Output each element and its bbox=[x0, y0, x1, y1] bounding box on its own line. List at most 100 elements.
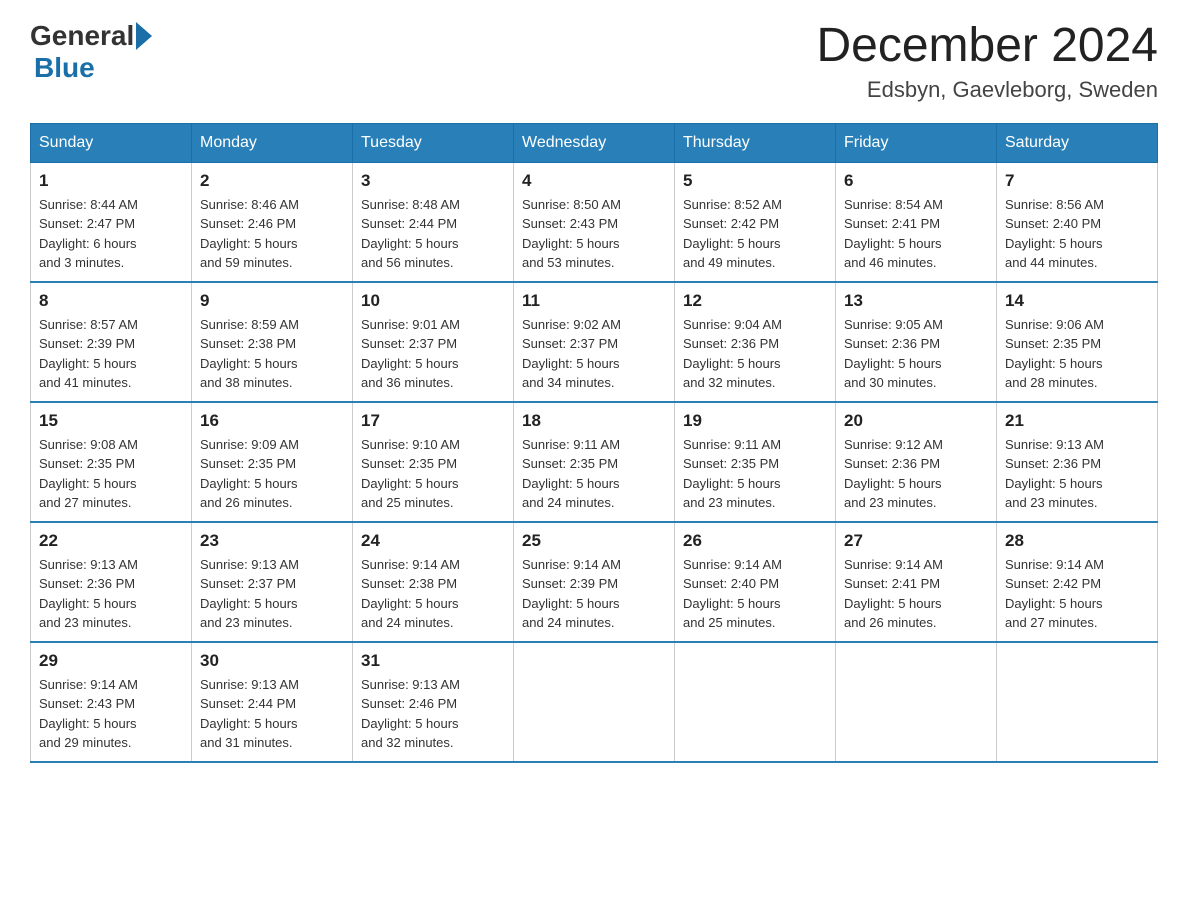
day-info: Sunrise: 8:46 AMSunset: 2:46 PMDaylight:… bbox=[200, 195, 344, 273]
page-header: General Blue December 2024 Edsbyn, Gaevl… bbox=[30, 20, 1158, 103]
table-row: 18 Sunrise: 9:11 AMSunset: 2:35 PMDaylig… bbox=[514, 402, 675, 522]
day-info: Sunrise: 9:10 AMSunset: 2:35 PMDaylight:… bbox=[361, 435, 505, 513]
logo: General Blue bbox=[30, 20, 152, 84]
day-number: 12 bbox=[683, 291, 827, 311]
table-row: 10 Sunrise: 9:01 AMSunset: 2:37 PMDaylig… bbox=[353, 282, 514, 402]
table-row: 25 Sunrise: 9:14 AMSunset: 2:39 PMDaylig… bbox=[514, 522, 675, 642]
day-number: 27 bbox=[844, 531, 988, 551]
table-row: 29 Sunrise: 9:14 AMSunset: 2:43 PMDaylig… bbox=[31, 642, 192, 762]
day-number: 1 bbox=[39, 171, 183, 191]
day-info: Sunrise: 9:09 AMSunset: 2:35 PMDaylight:… bbox=[200, 435, 344, 513]
day-number: 14 bbox=[1005, 291, 1149, 311]
calendar-week-row: 29 Sunrise: 9:14 AMSunset: 2:43 PMDaylig… bbox=[31, 642, 1158, 762]
day-number: 8 bbox=[39, 291, 183, 311]
table-row: 7 Sunrise: 8:56 AMSunset: 2:40 PMDayligh… bbox=[997, 162, 1158, 282]
day-number: 31 bbox=[361, 651, 505, 671]
table-row: 3 Sunrise: 8:48 AMSunset: 2:44 PMDayligh… bbox=[353, 162, 514, 282]
table-row: 20 Sunrise: 9:12 AMSunset: 2:36 PMDaylig… bbox=[836, 402, 997, 522]
table-row: 2 Sunrise: 8:46 AMSunset: 2:46 PMDayligh… bbox=[192, 162, 353, 282]
day-number: 9 bbox=[200, 291, 344, 311]
table-row: 22 Sunrise: 9:13 AMSunset: 2:36 PMDaylig… bbox=[31, 522, 192, 642]
day-number: 16 bbox=[200, 411, 344, 431]
day-number: 17 bbox=[361, 411, 505, 431]
table-row: 21 Sunrise: 9:13 AMSunset: 2:36 PMDaylig… bbox=[997, 402, 1158, 522]
title-section: December 2024 Edsbyn, Gaevleborg, Sweden bbox=[816, 20, 1158, 103]
calendar-week-row: 22 Sunrise: 9:13 AMSunset: 2:36 PMDaylig… bbox=[31, 522, 1158, 642]
day-info: Sunrise: 8:59 AMSunset: 2:38 PMDaylight:… bbox=[200, 315, 344, 393]
table-row bbox=[675, 642, 836, 762]
day-info: Sunrise: 9:01 AMSunset: 2:37 PMDaylight:… bbox=[361, 315, 505, 393]
table-row: 27 Sunrise: 9:14 AMSunset: 2:41 PMDaylig… bbox=[836, 522, 997, 642]
day-number: 11 bbox=[522, 291, 666, 311]
day-info: Sunrise: 9:14 AMSunset: 2:41 PMDaylight:… bbox=[844, 555, 988, 633]
day-number: 7 bbox=[1005, 171, 1149, 191]
table-row: 17 Sunrise: 9:10 AMSunset: 2:35 PMDaylig… bbox=[353, 402, 514, 522]
day-info: Sunrise: 9:14 AMSunset: 2:38 PMDaylight:… bbox=[361, 555, 505, 633]
day-number: 28 bbox=[1005, 531, 1149, 551]
day-number: 4 bbox=[522, 171, 666, 191]
table-row: 9 Sunrise: 8:59 AMSunset: 2:38 PMDayligh… bbox=[192, 282, 353, 402]
day-info: Sunrise: 9:13 AMSunset: 2:37 PMDaylight:… bbox=[200, 555, 344, 633]
table-row: 14 Sunrise: 9:06 AMSunset: 2:35 PMDaylig… bbox=[997, 282, 1158, 402]
table-row bbox=[836, 642, 997, 762]
logo-arrow-icon bbox=[136, 22, 152, 50]
day-info: Sunrise: 8:50 AMSunset: 2:43 PMDaylight:… bbox=[522, 195, 666, 273]
table-row: 19 Sunrise: 9:11 AMSunset: 2:35 PMDaylig… bbox=[675, 402, 836, 522]
table-row: 31 Sunrise: 9:13 AMSunset: 2:46 PMDaylig… bbox=[353, 642, 514, 762]
table-row bbox=[997, 642, 1158, 762]
day-info: Sunrise: 8:57 AMSunset: 2:39 PMDaylight:… bbox=[39, 315, 183, 393]
day-info: Sunrise: 8:48 AMSunset: 2:44 PMDaylight:… bbox=[361, 195, 505, 273]
table-row bbox=[514, 642, 675, 762]
table-row: 4 Sunrise: 8:50 AMSunset: 2:43 PMDayligh… bbox=[514, 162, 675, 282]
logo-general-text: General bbox=[30, 20, 134, 52]
day-number: 2 bbox=[200, 171, 344, 191]
table-row: 5 Sunrise: 8:52 AMSunset: 2:42 PMDayligh… bbox=[675, 162, 836, 282]
day-number: 25 bbox=[522, 531, 666, 551]
day-number: 3 bbox=[361, 171, 505, 191]
day-number: 15 bbox=[39, 411, 183, 431]
table-row: 24 Sunrise: 9:14 AMSunset: 2:38 PMDaylig… bbox=[353, 522, 514, 642]
day-info: Sunrise: 9:05 AMSunset: 2:36 PMDaylight:… bbox=[844, 315, 988, 393]
day-info: Sunrise: 8:44 AMSunset: 2:47 PMDaylight:… bbox=[39, 195, 183, 273]
header-saturday: Saturday bbox=[997, 123, 1158, 162]
day-number: 29 bbox=[39, 651, 183, 671]
table-row: 8 Sunrise: 8:57 AMSunset: 2:39 PMDayligh… bbox=[31, 282, 192, 402]
table-row: 28 Sunrise: 9:14 AMSunset: 2:42 PMDaylig… bbox=[997, 522, 1158, 642]
day-number: 19 bbox=[683, 411, 827, 431]
day-info: Sunrise: 9:13 AMSunset: 2:44 PMDaylight:… bbox=[200, 675, 344, 753]
calendar-week-row: 1 Sunrise: 8:44 AMSunset: 2:47 PMDayligh… bbox=[31, 162, 1158, 282]
calendar-table: Sunday Monday Tuesday Wednesday Thursday… bbox=[30, 123, 1158, 763]
day-info: Sunrise: 9:14 AMSunset: 2:42 PMDaylight:… bbox=[1005, 555, 1149, 633]
calendar-header-row: Sunday Monday Tuesday Wednesday Thursday… bbox=[31, 123, 1158, 162]
day-info: Sunrise: 9:08 AMSunset: 2:35 PMDaylight:… bbox=[39, 435, 183, 513]
table-row: 26 Sunrise: 9:14 AMSunset: 2:40 PMDaylig… bbox=[675, 522, 836, 642]
day-number: 13 bbox=[844, 291, 988, 311]
day-info: Sunrise: 9:14 AMSunset: 2:40 PMDaylight:… bbox=[683, 555, 827, 633]
table-row: 6 Sunrise: 8:54 AMSunset: 2:41 PMDayligh… bbox=[836, 162, 997, 282]
day-info: Sunrise: 9:06 AMSunset: 2:35 PMDaylight:… bbox=[1005, 315, 1149, 393]
table-row: 13 Sunrise: 9:05 AMSunset: 2:36 PMDaylig… bbox=[836, 282, 997, 402]
day-info: Sunrise: 9:12 AMSunset: 2:36 PMDaylight:… bbox=[844, 435, 988, 513]
header-tuesday: Tuesday bbox=[353, 123, 514, 162]
day-info: Sunrise: 8:52 AMSunset: 2:42 PMDaylight:… bbox=[683, 195, 827, 273]
day-number: 23 bbox=[200, 531, 344, 551]
calendar-subtitle: Edsbyn, Gaevleborg, Sweden bbox=[816, 77, 1158, 103]
header-friday: Friday bbox=[836, 123, 997, 162]
day-info: Sunrise: 9:11 AMSunset: 2:35 PMDaylight:… bbox=[683, 435, 827, 513]
calendar-week-row: 8 Sunrise: 8:57 AMSunset: 2:39 PMDayligh… bbox=[31, 282, 1158, 402]
day-number: 21 bbox=[1005, 411, 1149, 431]
calendar-week-row: 15 Sunrise: 9:08 AMSunset: 2:35 PMDaylig… bbox=[31, 402, 1158, 522]
day-number: 24 bbox=[361, 531, 505, 551]
day-info: Sunrise: 8:56 AMSunset: 2:40 PMDaylight:… bbox=[1005, 195, 1149, 273]
day-info: Sunrise: 9:04 AMSunset: 2:36 PMDaylight:… bbox=[683, 315, 827, 393]
header-sunday: Sunday bbox=[31, 123, 192, 162]
calendar-title: December 2024 bbox=[816, 20, 1158, 73]
day-info: Sunrise: 9:14 AMSunset: 2:43 PMDaylight:… bbox=[39, 675, 183, 753]
day-number: 6 bbox=[844, 171, 988, 191]
table-row: 11 Sunrise: 9:02 AMSunset: 2:37 PMDaylig… bbox=[514, 282, 675, 402]
day-info: Sunrise: 8:54 AMSunset: 2:41 PMDaylight:… bbox=[844, 195, 988, 273]
table-row: 23 Sunrise: 9:13 AMSunset: 2:37 PMDaylig… bbox=[192, 522, 353, 642]
table-row: 30 Sunrise: 9:13 AMSunset: 2:44 PMDaylig… bbox=[192, 642, 353, 762]
day-info: Sunrise: 9:13 AMSunset: 2:46 PMDaylight:… bbox=[361, 675, 505, 753]
day-info: Sunrise: 9:02 AMSunset: 2:37 PMDaylight:… bbox=[522, 315, 666, 393]
